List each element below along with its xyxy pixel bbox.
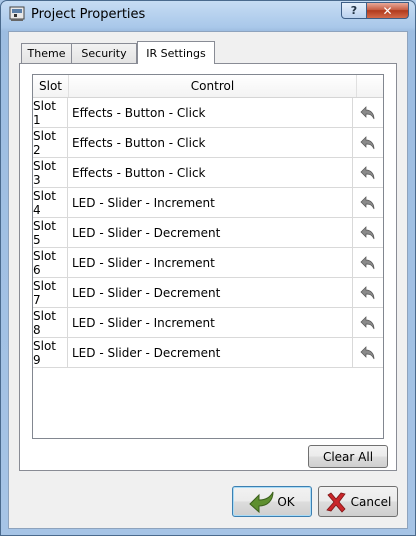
ok-button[interactable]: OK bbox=[232, 486, 312, 517]
table-row[interactable]: Slot 8 LED - Slider - Increment bbox=[33, 308, 383, 338]
slot-cell: Slot 1 bbox=[33, 98, 68, 127]
undo-arrow-icon[interactable] bbox=[356, 341, 380, 364]
control-cell[interactable]: Effects - Button - Click bbox=[69, 128, 353, 157]
app-icon bbox=[9, 6, 25, 21]
ir-settings-panel: Slot Control Slot 1 Effects - Button - Cl… bbox=[19, 63, 397, 471]
tab-security[interactable]: Security bbox=[71, 43, 137, 63]
table-row[interactable]: Slot 9 LED - Slider - Decrement bbox=[33, 338, 383, 368]
undo-arrow-icon[interactable] bbox=[356, 131, 380, 154]
table-row[interactable]: Slot 5 LED - Slider - Decrement bbox=[33, 218, 383, 248]
control-cell[interactable]: LED - Slider - Increment bbox=[69, 248, 353, 277]
control-cell[interactable]: LED - Slider - Decrement bbox=[69, 338, 353, 367]
clear-all-button[interactable]: Clear All bbox=[308, 445, 388, 468]
help-button[interactable]: ? bbox=[341, 2, 367, 19]
undo-arrow-icon[interactable] bbox=[356, 251, 380, 274]
control-cell[interactable]: LED - Slider - Increment bbox=[69, 188, 353, 217]
project-properties-window: Project Properties ? ✕ Theme Security IR… bbox=[0, 0, 416, 536]
undo-arrow-icon[interactable] bbox=[356, 281, 380, 304]
column-header-slot[interactable]: Slot bbox=[33, 75, 69, 97]
close-button[interactable]: ✕ bbox=[366, 2, 409, 19]
table-row[interactable]: Slot 6 LED - Slider - Increment bbox=[33, 248, 383, 278]
undo-arrow-icon[interactable] bbox=[356, 161, 380, 184]
column-header-action bbox=[357, 75, 383, 97]
ok-label: OK bbox=[277, 494, 295, 509]
undo-arrow-icon[interactable] bbox=[356, 101, 380, 124]
title-bar[interactable]: Project Properties ? ✕ bbox=[1, 1, 415, 29]
table-row[interactable]: Slot 1 Effects - Button - Click bbox=[33, 98, 383, 128]
control-cell[interactable]: Effects - Button - Click bbox=[69, 98, 353, 127]
cancel-x-icon bbox=[325, 491, 346, 513]
undo-arrow-icon[interactable] bbox=[356, 221, 380, 244]
slot-cell: Slot 5 bbox=[33, 218, 68, 247]
window-title: Project Properties bbox=[31, 7, 146, 22]
slot-cell: Slot 7 bbox=[33, 278, 68, 307]
control-cell[interactable]: LED - Slider - Decrement bbox=[69, 218, 353, 247]
control-cell[interactable]: LED - Slider - Decrement bbox=[69, 278, 353, 307]
control-cell[interactable]: LED - Slider - Increment bbox=[69, 308, 353, 337]
table-row[interactable]: Slot 4 LED - Slider - Increment bbox=[33, 188, 383, 218]
slot-cell: Slot 3 bbox=[33, 158, 68, 187]
tab-ir-settings[interactable]: IR Settings bbox=[137, 41, 215, 64]
undo-arrow-icon[interactable] bbox=[356, 191, 380, 214]
control-cell[interactable]: Effects - Button - Click bbox=[69, 158, 353, 187]
slot-cell: Slot 6 bbox=[33, 248, 68, 277]
ir-slot-table: Slot Control Slot 1 Effects - Button - Cl… bbox=[32, 74, 384, 439]
table-row[interactable]: Slot 3 Effects - Button - Click bbox=[33, 158, 383, 188]
ok-arrow-icon bbox=[249, 491, 274, 513]
dialog-body: Theme Security IR Settings Slot Control … bbox=[8, 31, 408, 529]
table-row[interactable]: Slot 7 LED - Slider - Decrement bbox=[33, 278, 383, 308]
undo-arrow-icon[interactable] bbox=[356, 311, 380, 334]
cancel-button[interactable]: Cancel bbox=[318, 486, 398, 517]
cancel-label: Cancel bbox=[350, 494, 392, 509]
tab-theme[interactable]: Theme bbox=[21, 43, 72, 63]
slot-cell: Slot 2 bbox=[33, 128, 68, 157]
table-row[interactable]: Slot 2 Effects - Button - Click bbox=[33, 128, 383, 158]
slot-cell: Slot 4 bbox=[33, 188, 68, 217]
column-header-control[interactable]: Control bbox=[69, 75, 357, 97]
slot-cell: Slot 9 bbox=[33, 338, 68, 367]
table-header: Slot Control bbox=[33, 75, 383, 98]
slot-cell: Slot 8 bbox=[33, 308, 68, 337]
